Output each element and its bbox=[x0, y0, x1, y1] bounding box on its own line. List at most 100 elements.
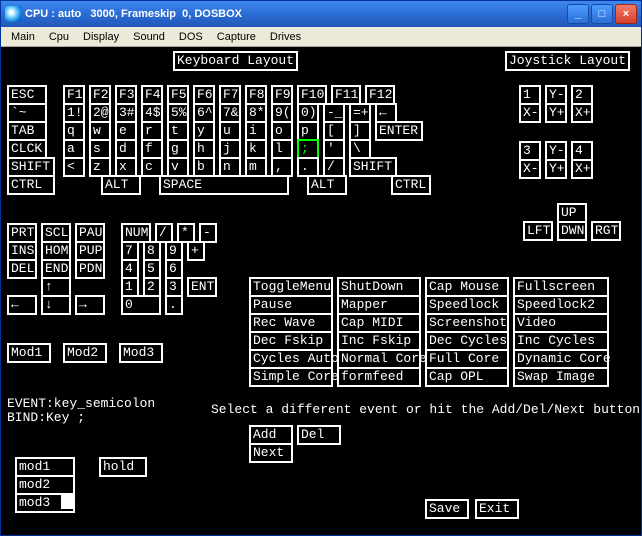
key-capslock[interactable]: CLCK bbox=[7, 139, 47, 159]
key-semicolon[interactable]: ; bbox=[297, 139, 319, 159]
key-rbracket[interactable]: ] bbox=[349, 121, 371, 141]
next-button[interactable]: Next bbox=[249, 443, 293, 463]
menu-main[interactable]: Main bbox=[5, 29, 41, 45]
key-lalt[interactable]: ALT bbox=[101, 175, 141, 195]
action-screenshot[interactable]: Screenshot bbox=[425, 313, 509, 333]
key-m[interactable]: m bbox=[245, 157, 267, 177]
key-r[interactable]: r bbox=[141, 121, 163, 141]
key-0[interactable]: 0) bbox=[297, 103, 319, 123]
key-kp6[interactable]: 6 bbox=[165, 259, 183, 279]
key-o[interactable]: o bbox=[271, 121, 293, 141]
joy-yminus-b[interactable]: Y- bbox=[545, 141, 567, 161]
key-grave[interactable]: `~ bbox=[7, 103, 47, 123]
key-d[interactable]: d bbox=[115, 139, 137, 159]
action-video[interactable]: Video bbox=[513, 313, 609, 333]
key-slash[interactable]: / bbox=[323, 157, 345, 177]
action-decfskip[interactable]: Dec Fskip bbox=[249, 331, 333, 351]
key-down[interactable]: DWN bbox=[557, 221, 587, 241]
key-insert[interactable]: INS bbox=[7, 241, 37, 261]
key-1[interactable]: 1! bbox=[63, 103, 85, 123]
key-numlock[interactable]: NUM bbox=[121, 223, 151, 243]
key-lctrl[interactable]: CTRL bbox=[7, 175, 55, 195]
action-simplecore[interactable]: Simple Core bbox=[249, 367, 333, 387]
key-kp-mul[interactable]: * bbox=[177, 223, 195, 243]
key-kp-minus[interactable]: - bbox=[199, 223, 217, 243]
key-e[interactable]: e bbox=[115, 121, 137, 141]
key-arrow-down[interactable]: ↓ bbox=[41, 295, 71, 315]
key-lessthan[interactable]: < bbox=[63, 157, 85, 177]
key-kp9[interactable]: 9 bbox=[165, 241, 183, 261]
save-button[interactable]: Save bbox=[425, 499, 469, 519]
key-kp-dot[interactable]: . bbox=[165, 295, 183, 315]
key-a[interactable]: a bbox=[63, 139, 85, 159]
key-f9[interactable]: F9 bbox=[271, 85, 293, 105]
key-scrolllock[interactable]: SCL bbox=[41, 223, 71, 243]
menu-sound[interactable]: Sound bbox=[127, 29, 171, 45]
key-j[interactable]: j bbox=[219, 139, 241, 159]
key-k[interactable]: k bbox=[245, 139, 267, 159]
key-c[interactable]: c bbox=[141, 157, 163, 177]
key-kp5[interactable]: 5 bbox=[143, 259, 161, 279]
key-period[interactable]: . bbox=[297, 157, 319, 177]
del-button[interactable]: Del bbox=[297, 425, 341, 445]
minimize-button[interactable]: _ bbox=[567, 4, 589, 24]
action-mapper[interactable]: Mapper bbox=[337, 295, 421, 315]
key-f8[interactable]: F8 bbox=[245, 85, 267, 105]
key-lbracket[interactable]: [ bbox=[323, 121, 345, 141]
key-up[interactable]: UP bbox=[557, 203, 587, 223]
action-dynamiccore[interactable]: Dynamic Core bbox=[513, 349, 609, 369]
action-capopl[interactable]: Cap OPL bbox=[425, 367, 509, 387]
key-tab[interactable]: TAB bbox=[7, 121, 47, 141]
key-f5[interactable]: F5 bbox=[167, 85, 189, 105]
key-9[interactable]: 9( bbox=[271, 103, 293, 123]
key-b[interactable]: b bbox=[193, 157, 215, 177]
key-f2[interactable]: F2 bbox=[89, 85, 111, 105]
mod1-toggle[interactable]: mod1 bbox=[15, 457, 75, 477]
key-pause[interactable]: PAU bbox=[75, 223, 105, 243]
key-printscreen[interactable]: PRT bbox=[7, 223, 37, 243]
key-kp-div[interactable]: / bbox=[155, 223, 173, 243]
key-pagedown[interactable]: PDN bbox=[75, 259, 105, 279]
key-enter[interactable]: ENTER bbox=[375, 121, 423, 141]
action-capmouse[interactable]: Cap Mouse bbox=[425, 277, 509, 297]
action-cyclesauto[interactable]: Cycles Auto bbox=[249, 349, 333, 369]
action-togglemenu[interactable]: ToggleMenu bbox=[249, 277, 333, 297]
key-7[interactable]: 7& bbox=[219, 103, 241, 123]
key-2[interactable]: 2@ bbox=[89, 103, 111, 123]
key-lshift[interactable]: SHIFT bbox=[7, 157, 55, 177]
key-q[interactable]: q bbox=[63, 121, 85, 141]
joy-3[interactable]: 3 bbox=[519, 141, 541, 161]
menu-display[interactable]: Display bbox=[77, 29, 125, 45]
key-h[interactable]: h bbox=[193, 139, 215, 159]
key-t[interactable]: t bbox=[167, 121, 189, 141]
menu-dos[interactable]: DOS bbox=[173, 29, 209, 45]
key-kp0[interactable]: 0 bbox=[121, 295, 161, 315]
key-s[interactable]: s bbox=[89, 139, 111, 159]
key-kp-plus[interactable]: + bbox=[187, 241, 205, 261]
key-right[interactable]: RGT bbox=[591, 221, 621, 241]
key-v[interactable]: v bbox=[167, 157, 189, 177]
key-backslash[interactable]: \ bbox=[349, 139, 371, 159]
mod3-button[interactable]: Mod3 bbox=[119, 343, 163, 363]
key-p[interactable]: p bbox=[297, 121, 319, 141]
action-inccycles[interactable]: Inc Cycles bbox=[513, 331, 609, 351]
key-f11[interactable]: F11 bbox=[331, 85, 361, 105]
key-f7[interactable]: F7 bbox=[219, 85, 241, 105]
key-3[interactable]: 3# bbox=[115, 103, 137, 123]
key-kp-enter[interactable]: ENT bbox=[187, 277, 217, 297]
key-home[interactable]: HOM bbox=[41, 241, 71, 261]
key-x[interactable]: x bbox=[115, 157, 137, 177]
action-pause[interactable]: Pause bbox=[249, 295, 333, 315]
key-4[interactable]: 4$ bbox=[141, 103, 163, 123]
mod2-button[interactable]: Mod2 bbox=[63, 343, 107, 363]
action-capmidi[interactable]: Cap MIDI bbox=[337, 313, 421, 333]
joy-xminus-a[interactable]: X- bbox=[519, 103, 541, 123]
key-kp7[interactable]: 7 bbox=[121, 241, 139, 261]
key-esc[interactable]: ESC bbox=[7, 85, 47, 105]
key-f[interactable]: f bbox=[141, 139, 163, 159]
key-f4[interactable]: F4 bbox=[141, 85, 163, 105]
joy-1[interactable]: 1 bbox=[519, 85, 541, 105]
maximize-button[interactable]: □ bbox=[591, 4, 613, 24]
joy-yminus-a[interactable]: Y- bbox=[545, 85, 567, 105]
key-ralt[interactable]: ALT bbox=[307, 175, 347, 195]
